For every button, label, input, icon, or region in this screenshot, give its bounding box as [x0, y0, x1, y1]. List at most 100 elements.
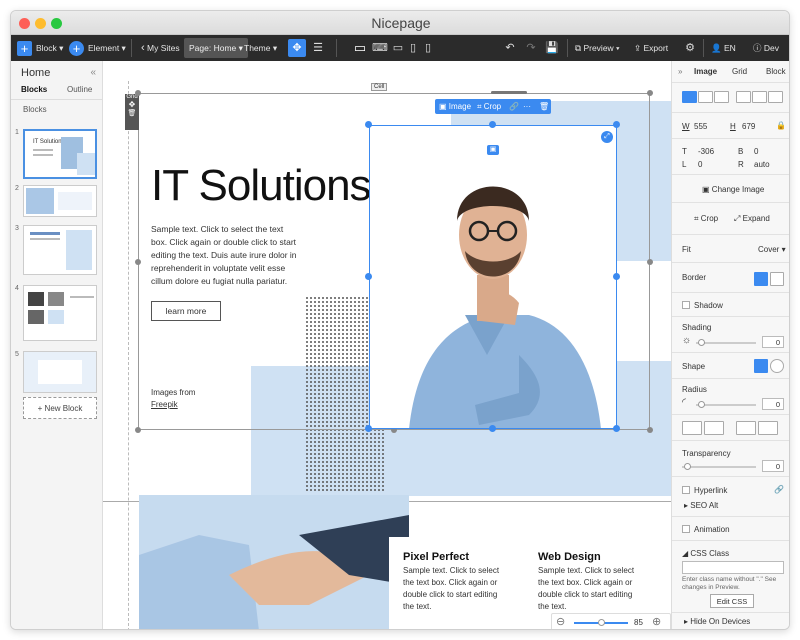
lock-icon[interactable]: 🔒 — [776, 121, 786, 130]
align-bottom-icon[interactable] — [768, 91, 783, 103]
collapse-right-icon[interactable]: » — [678, 67, 682, 76]
image-selection[interactable] — [369, 125, 617, 429]
change-image-button[interactable]: ▣ Change Image — [702, 185, 764, 194]
freepik-link[interactable]: Freepik — [151, 400, 178, 409]
move-icon[interactable]: ✥ — [125, 100, 139, 109]
crop-toolbar-button[interactable]: ⌗ Crop — [477, 99, 501, 114]
radius-slider-knob[interactable] — [698, 401, 705, 408]
edit-css-button[interactable]: Edit CSS — [710, 594, 754, 608]
learn-more-button[interactable]: learn more — [151, 301, 221, 321]
hero-heading[interactable]: IT Solutions — [151, 161, 372, 211]
layers-icon[interactable]: ☰ — [309, 39, 327, 57]
link-icon[interactable]: 🔗 — [509, 99, 519, 114]
css-class-input[interactable] — [682, 561, 784, 574]
tab-image[interactable]: Image — [694, 67, 717, 76]
width-value[interactable]: 555 — [694, 122, 707, 131]
transparency-slider[interactable] — [682, 466, 756, 468]
radius-slider[interactable] — [696, 404, 756, 406]
resize-handle[interactable] — [613, 273, 620, 280]
seo-alt-toggle[interactable]: ▸ SEO Alt — [684, 501, 718, 510]
bring-front-icon[interactable] — [682, 421, 702, 435]
trash-icon[interactable]: 🗑 — [539, 99, 549, 114]
shape-circle-icon[interactable] — [770, 359, 784, 373]
border-solid-icon[interactable] — [770, 272, 784, 286]
hide-on-devices-toggle[interactable]: ▸ Hide On Devices — [684, 617, 750, 626]
undo-icon[interactable]: ↶ — [501, 39, 519, 57]
move-up-icon[interactable] — [736, 421, 756, 435]
desktop-view-icon[interactable]: ▭ — [351, 39, 369, 57]
editor-canvas[interactable]: Grid ✥ 🗑 Cell IT Solutions Sample text. … — [103, 61, 671, 629]
new-block-button[interactable]: + New Block — [23, 397, 97, 419]
shape-rectangle-icon[interactable] — [754, 359, 768, 373]
account-language-button[interactable]: 👤 EN — [711, 35, 736, 61]
css-class-toggle[interactable]: ◢ CSS Class — [682, 549, 729, 558]
resize-handle[interactable] — [135, 427, 141, 433]
resize-handle[interactable] — [365, 121, 372, 128]
card-title[interactable]: Pixel Perfect — [403, 551, 469, 563]
link-icon[interactable]: 🔗 — [774, 485, 784, 494]
card-text[interactable]: Sample text. Click to select the text bo… — [538, 565, 642, 613]
grid-badge[interactable]: Grid ✥ 🗑 — [125, 94, 139, 130]
redo-icon[interactable]: ↷ — [522, 39, 540, 57]
top-value[interactable]: -306 — [698, 147, 714, 156]
block-drag-handle[interactable] — [491, 91, 527, 94]
crop-button[interactable]: ⌗ Crop — [694, 214, 718, 224]
block-thumb-1[interactable]: IT Solutions — [23, 129, 97, 179]
save-icon[interactable]: 💾 — [543, 39, 561, 57]
cell-badge[interactable]: Cell — [371, 83, 388, 91]
shadow-checkbox[interactable] — [682, 301, 690, 309]
right-value[interactable]: auto — [754, 160, 770, 169]
send-back-icon[interactable] — [704, 421, 724, 435]
align-middle-icon[interactable] — [752, 91, 767, 103]
card-pixel-perfect[interactable]: Pixel Perfect Sample text. Click to sele… — [389, 537, 515, 629]
my-sites-button[interactable]: ‹ My Sites — [141, 35, 180, 61]
border-none-icon[interactable] — [754, 272, 768, 286]
resize-handle[interactable] — [489, 121, 496, 128]
more-options-button[interactable]: ··· — [523, 99, 531, 114]
transparency-input[interactable]: 0 — [762, 460, 784, 472]
tab-outline[interactable]: Outline — [67, 85, 92, 94]
image-icon[interactable]: ▣ — [487, 145, 499, 155]
hyperlink-checkbox[interactable] — [682, 486, 690, 494]
resize-handle[interactable] — [613, 121, 620, 128]
theme-button[interactable]: Theme ▾ — [244, 35, 277, 61]
shading-input[interactable]: 0 — [762, 336, 784, 348]
tab-blocks[interactable]: Blocks — [21, 85, 47, 94]
transparency-slider-knob[interactable] — [684, 463, 691, 470]
export-button[interactable]: ⇪ Export — [634, 35, 668, 61]
shading-slider-knob[interactable] — [698, 339, 705, 346]
select-tool-icon[interactable]: ✥ — [288, 39, 306, 57]
help-button[interactable]: ⓘ Dev — [753, 35, 779, 61]
trash-icon[interactable]: 🗑 — [125, 109, 139, 117]
move-down-icon[interactable] — [758, 421, 778, 435]
radius-input[interactable]: 0 — [762, 398, 784, 410]
block-thumb-3[interactable] — [23, 225, 97, 275]
left-value[interactable]: 0 — [698, 160, 702, 169]
resize-handle[interactable] — [647, 259, 653, 265]
zoom-slider-knob[interactable] — [598, 619, 605, 626]
block-thumb-5[interactable] — [23, 351, 97, 393]
expand-icon[interactable]: ⤢ — [601, 131, 613, 143]
resize-handle[interactable] — [365, 425, 372, 432]
align-center-icon[interactable] — [698, 91, 713, 103]
expand-button[interactable]: ⤢ Expand — [734, 214, 770, 224]
resize-handle[interactable] — [647, 90, 653, 96]
bottom-value[interactable]: 0 — [754, 147, 758, 156]
card-text[interactable]: Sample text. Click to select the text bo… — [403, 565, 507, 613]
tab-grid[interactable]: Grid — [732, 67, 747, 76]
page-select[interactable]: Page: Home ▾ — [184, 38, 248, 58]
add-block-button[interactable]: + Block ▾ — [17, 35, 63, 61]
resize-handle[interactable] — [647, 427, 653, 433]
laptop-view-icon[interactable]: ⌨ — [371, 39, 389, 57]
zoom-out-icon[interactable]: ⊖ — [556, 615, 565, 628]
resize-handle[interactable] — [489, 425, 496, 432]
tab-block[interactable]: Block — [766, 67, 786, 76]
align-right-icon[interactable] — [714, 91, 729, 103]
collapse-panel-icon[interactable]: « — [90, 67, 96, 78]
animation-checkbox[interactable] — [682, 525, 690, 533]
card-title[interactable]: Web Design — [538, 551, 601, 563]
preview-button[interactable]: ⧉ Preview ▾ — [575, 35, 620, 61]
align-top-icon[interactable] — [736, 91, 751, 103]
resize-handle[interactable] — [135, 90, 141, 96]
add-element-button[interactable]: + Element ▾ — [69, 35, 126, 61]
